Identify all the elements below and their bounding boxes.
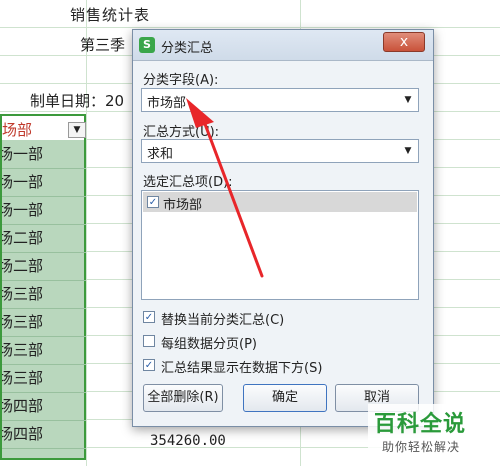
table-cell[interactable]: 场四部	[2, 420, 86, 449]
close-button[interactable]: x	[383, 32, 425, 52]
dialog-title: 分类汇总	[161, 41, 214, 56]
method-select[interactable]: 求和 ▼	[141, 139, 419, 163]
ok-button[interactable]: 确定	[243, 384, 327, 412]
table-cell[interactable]: 场一部	[2, 140, 86, 169]
list-item[interactable]: ✓ 市场部	[143, 192, 417, 213]
items-label: 选定汇总项(D):	[143, 175, 233, 190]
chevron-down-icon[interactable]: ▼	[400, 142, 416, 160]
method-select-value: 求和	[147, 147, 174, 162]
watermark-brand: 百科全说	[374, 412, 467, 437]
table-cell[interactable]: 场三部	[2, 280, 86, 309]
watermark-logo: 百科全说 助你轻松解决	[368, 404, 490, 460]
chevron-down-icon[interactable]: ▼	[400, 91, 416, 109]
selected-column[interactable]: 场一部 场一部 场一部 场二部 场二部 场三部 场三部 场三部 场三部 场四部 …	[0, 140, 86, 460]
subtotal-dialog: S 分类汇总 x 分类字段(A): 市场部 ▼ 汇总方式(U): 求和 ▼ 选定…	[132, 29, 434, 427]
wps-app-icon: S	[139, 37, 155, 53]
summary-items-list[interactable]: ✓ 市场部	[141, 190, 419, 300]
sheet-right-area	[430, 0, 500, 466]
table-cell[interactable]: 场三部	[2, 308, 86, 337]
filter-dropdown-icon[interactable]: ▼	[68, 122, 86, 138]
checkbox-checked-icon[interactable]: ✓	[143, 311, 155, 323]
sheet-subtitle: 第三季	[80, 36, 126, 54]
sheet-title: 销售统计表	[70, 6, 151, 24]
table-cell[interactable]: 场三部	[2, 336, 86, 365]
table-cell[interactable]: 场一部	[2, 196, 86, 225]
field-label: 分类字段(A):	[143, 73, 219, 88]
table-cell[interactable]: 场二部	[2, 252, 86, 281]
dialog-titlebar[interactable]: S 分类汇总 x	[133, 30, 433, 61]
checkbox-checked-icon[interactable]: ✓	[147, 196, 159, 208]
grid-line	[86, 0, 87, 466]
method-label: 汇总方式(U):	[143, 125, 220, 140]
field-select[interactable]: 市场部 ▼	[141, 88, 419, 112]
field-select-value: 市场部	[147, 96, 187, 111]
checkbox-checked-icon[interactable]: ✓	[143, 359, 155, 371]
list-item-label: 市场部	[163, 198, 203, 213]
date-label: 制单日期：20	[30, 92, 125, 110]
total-value-cell[interactable]: 354260.00	[150, 433, 226, 449]
option-label: 汇总结果显示在数据下方(S)	[161, 361, 323, 376]
table-cell[interactable]: 场四部	[2, 392, 86, 421]
table-cell[interactable]: 场一部	[2, 168, 86, 197]
option-label: 每组数据分页(P)	[161, 337, 257, 352]
column-header-cell[interactable]: 场部 ▼	[0, 114, 86, 140]
column-header-label: 场部	[2, 121, 33, 139]
option-label: 替换当前分类汇总(C)	[161, 313, 285, 328]
table-cell[interactable]: 场三部	[2, 364, 86, 393]
watermark-tagline: 助你轻松解决	[382, 440, 461, 454]
checkbox-unchecked-icon[interactable]	[143, 335, 155, 347]
table-cell[interactable]: 场二部	[2, 224, 86, 253]
remove-all-button[interactable]: 全部删除(R)	[143, 384, 223, 412]
